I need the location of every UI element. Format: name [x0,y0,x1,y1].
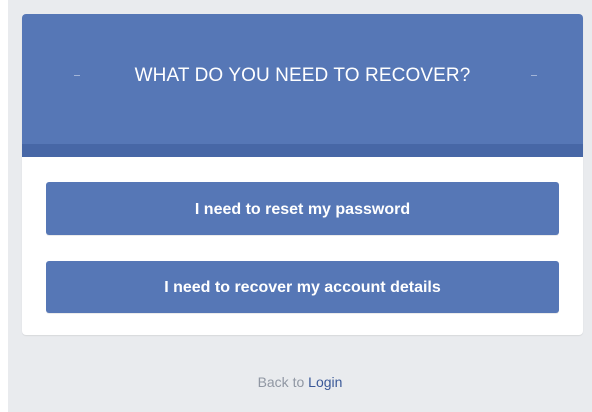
back-to-text: Back to [257,374,309,390]
login-link[interactable]: Login [308,374,342,390]
recovery-card: WHAT DO YOU NEED TO RECOVER? I need to r… [22,14,583,335]
reset-password-button[interactable]: I need to reset my password [46,182,559,235]
card-header: WHAT DO YOU NEED TO RECOVER? [22,14,583,144]
title-dash-right [531,75,537,76]
page-title: WHAT DO YOU NEED TO RECOVER? [134,65,471,86]
recover-account-button[interactable]: I need to recover my account details [46,261,559,313]
header-stripe [22,144,583,157]
footer: Back to Login [8,372,592,392]
